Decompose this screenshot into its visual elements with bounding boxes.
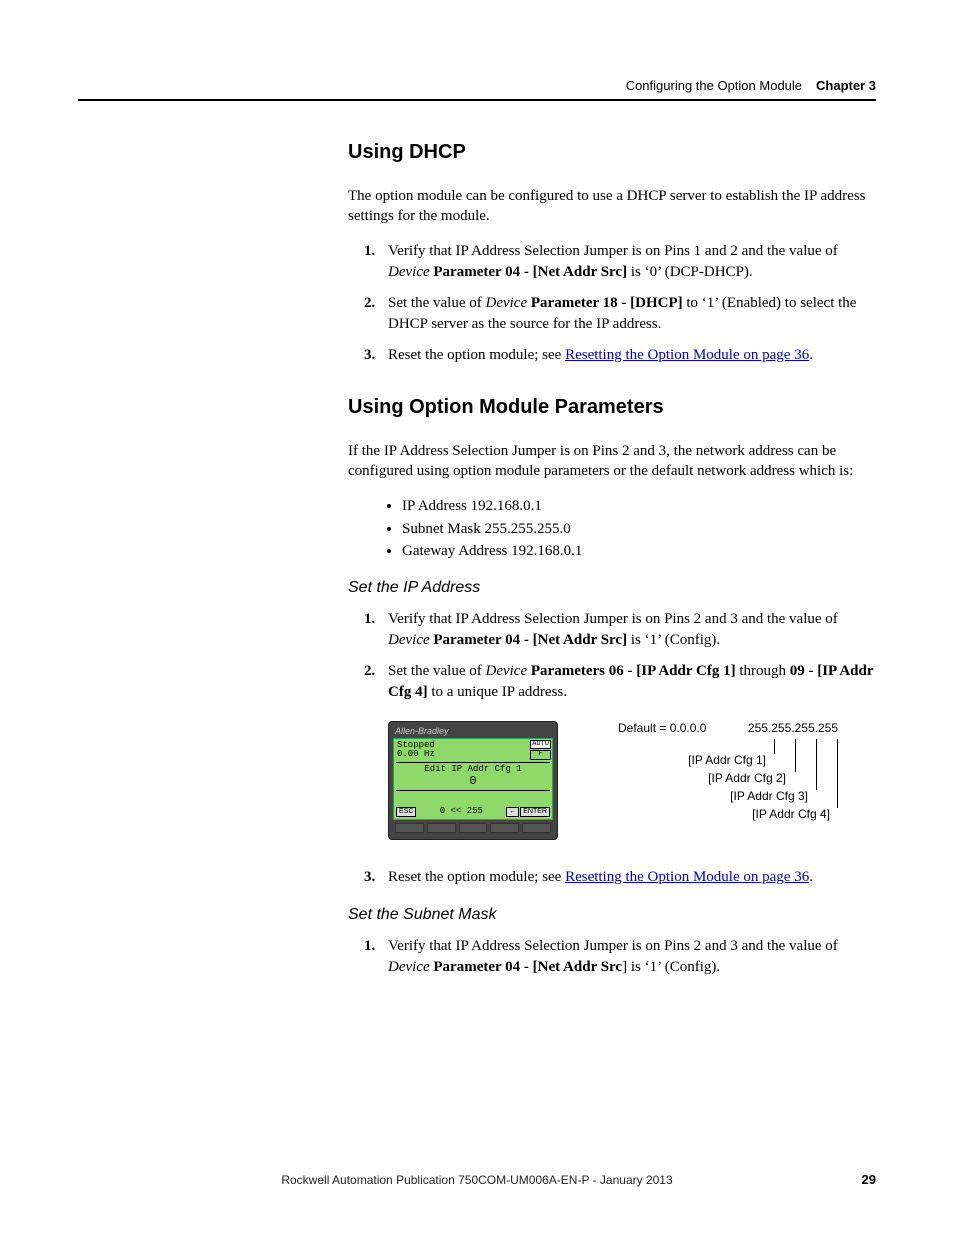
him-enter: ENTER: [520, 807, 550, 817]
him-range: 0 << 255: [416, 807, 506, 817]
subnet-steps: Verify that IP Address Selection Jumper …: [348, 936, 876, 978]
chapter-label: Chapter 3: [816, 78, 876, 93]
default-subnet: Subnet Mask 255.255.255.0: [402, 518, 876, 541]
him-keys: [393, 823, 553, 835]
heading-set-ip: Set the IP Address: [348, 579, 876, 597]
him-freq: 0.00 Hz: [397, 750, 528, 760]
footer-pub: Rockwell Automation Publication 750COM-U…: [0, 1173, 954, 1187]
setip-steps-cont: Reset the option module; see Resetting t…: [348, 867, 876, 888]
ip-default: Default = 0.0.0.0: [618, 721, 706, 735]
default-gateway: Gateway Address 192.168.0.1: [402, 540, 876, 563]
ip-cfg3: [IP Addr Cfg 3]: [730, 789, 808, 803]
params-intro: If the IP Address Selection Jumper is on…: [348, 441, 876, 482]
dhcp-intro: The option module can be configured to u…: [348, 186, 876, 227]
him-arrow: ←: [506, 807, 519, 817]
ip-cfg2: [IP Addr Cfg 2]: [708, 771, 786, 785]
heading-using-dhcp: Using DHCP: [348, 141, 876, 164]
heading-set-subnet: Set the Subnet Mask: [348, 906, 876, 924]
him-screen: Stopped 0.00 Hz AUTO F Edit IP Addr Cfg …: [393, 738, 553, 820]
ip-cfg4: [IP Addr Cfg 4]: [752, 807, 830, 821]
setip-steps: Verify that IP Address Selection Jumper …: [348, 609, 876, 703]
dhcp-step-1: Verify that IP Address Selection Jumper …: [388, 241, 876, 283]
dhcp-step-2: Set the value of Device Parameter 18 - […: [388, 293, 876, 335]
him-fg: F: [530, 750, 551, 760]
ip-max: 255.255.255.255: [748, 721, 838, 735]
chapter-title: Configuring the Option Module: [626, 78, 802, 93]
him-zero: 0: [398, 775, 548, 788]
setip-step-3: Reset the option module; see Resetting t…: [388, 867, 876, 888]
default-ip: IP Address 192.168.0.1: [402, 495, 876, 518]
dhcp-step-3: Reset the option module; see Resetting t…: [388, 345, 876, 366]
ip-diagram: Default = 0.0.0.0 255.255.255.255 [IP Ad…: [618, 721, 838, 851]
him-auto: AUTO: [530, 740, 551, 750]
page-number: 29: [862, 1172, 876, 1187]
him-esc: ESC: [396, 807, 416, 817]
setip-step-1: Verify that IP Address Selection Jumper …: [388, 609, 876, 651]
ip-cfg1: [IP Addr Cfg 1]: [688, 753, 766, 767]
dhcp-steps: Verify that IP Address Selection Jumper …: [348, 241, 876, 366]
heading-using-params: Using Option Module Parameters: [348, 396, 876, 419]
link-reset-1[interactable]: Resetting the Option Module on page 36: [565, 347, 809, 363]
him-brand: Allen-Bradley: [393, 726, 553, 738]
figure-row: Allen-Bradley Stopped 0.00 Hz AUTO F E: [388, 721, 876, 851]
setip-step-2: Set the value of Device Parameters 06 - …: [388, 661, 876, 703]
running-header: Configuring the Option Module Chapter 3: [78, 78, 876, 101]
him-device: Allen-Bradley Stopped 0.00 Hz AUTO F E: [388, 721, 558, 840]
defaults-list: IP Address 192.168.0.1 Subnet Mask 255.2…: [348, 495, 876, 563]
link-reset-2[interactable]: Resetting the Option Module on page 36: [565, 869, 809, 885]
subnet-step-1: Verify that IP Address Selection Jumper …: [388, 936, 876, 978]
